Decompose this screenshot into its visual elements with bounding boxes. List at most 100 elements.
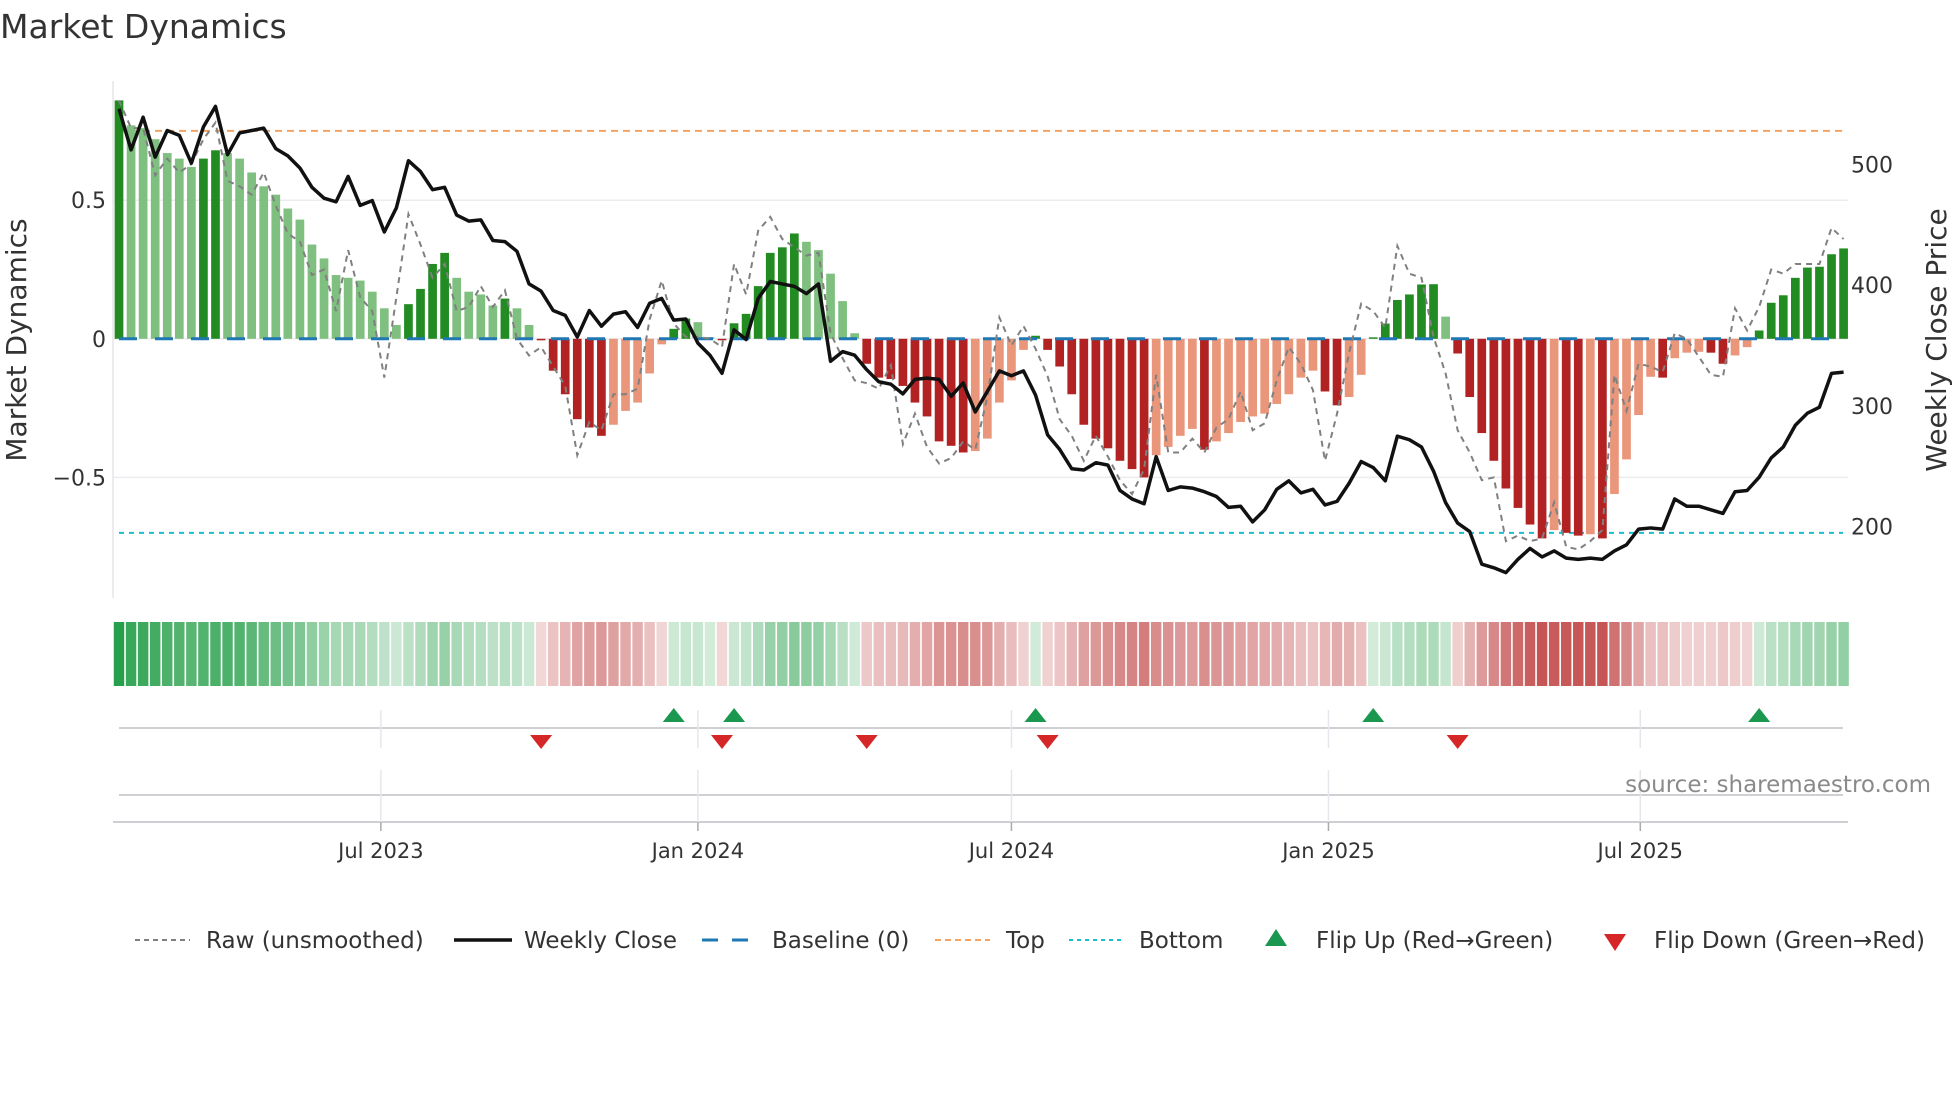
heat-cell	[1669, 622, 1680, 686]
heat-cell	[837, 622, 848, 686]
heat-cell	[282, 622, 294, 686]
left-axis-ticks: 0.5 0 −0.5	[53, 189, 106, 491]
heat-cell	[210, 622, 221, 686]
heat-cell	[1150, 622, 1162, 686]
dynamics-bar	[717, 338, 727, 341]
heat-cell	[1030, 622, 1041, 686]
heat-cell	[1307, 622, 1319, 686]
dynamics-bar	[572, 338, 582, 420]
dynamics-bar	[1260, 338, 1270, 414]
legend-baseline-label: Baseline (0)	[772, 928, 909, 954]
dynamics-bar	[1658, 338, 1668, 378]
flip-up-marker	[662, 708, 685, 722]
heat-cell	[1331, 622, 1343, 686]
heat-cell	[1295, 622, 1307, 686]
dynamics-bar	[1248, 338, 1257, 417]
dynamics-bar	[416, 288, 425, 339]
dynamics-bar	[1513, 338, 1523, 508]
heat-cell	[1512, 622, 1524, 686]
heat-cell	[258, 622, 269, 686]
dynamics-bar	[1308, 338, 1318, 371]
heat-cell	[1802, 622, 1813, 686]
dynamics-bar	[150, 139, 160, 339]
heat-cell	[1247, 622, 1258, 686]
dynamics-bar	[1561, 338, 1571, 533]
heat-cell	[1753, 622, 1765, 686]
heat-cell	[1597, 622, 1608, 686]
heat-cell	[909, 622, 921, 686]
dynamics-bar	[536, 338, 546, 341]
heat-cell	[994, 622, 1005, 686]
dynamics-bar	[1525, 338, 1535, 525]
dynamics-bar	[1163, 338, 1173, 447]
heat-cell	[1054, 622, 1065, 686]
series-lines	[117, 100, 1845, 575]
legend: Raw (unsmoothed) Weekly Close Baseline (…	[135, 928, 1925, 954]
heat-cell	[1102, 622, 1114, 686]
y-tick-label: −0.5	[53, 466, 106, 491]
dynamics-bar	[1730, 338, 1740, 356]
heat-cell	[801, 622, 812, 686]
flip-down-marker	[530, 735, 553, 749]
dynamics-bar	[1393, 299, 1402, 339]
heat-cell	[765, 622, 776, 686]
dynamics-bar	[765, 252, 775, 339]
dynamics-bar	[777, 247, 787, 339]
x-tick-label: Jul 2023	[336, 839, 423, 863]
heat-cell	[547, 622, 559, 686]
x-tick-label: Jul 2025	[1596, 839, 1683, 863]
flip-panel	[113, 727, 1848, 823]
dynamics-bar	[1356, 338, 1366, 375]
heat-cell	[137, 622, 149, 686]
legend-bottom-label: Bottom	[1139, 928, 1223, 954]
dynamics-bar	[1489, 338, 1499, 461]
heat-cell	[1380, 622, 1391, 686]
heat-cell	[970, 622, 981, 686]
heat-cell	[1729, 622, 1741, 686]
heat-cell	[1633, 622, 1644, 686]
y-tick-label: 0	[92, 328, 106, 353]
dynamics-bar	[1103, 338, 1113, 449]
flip-down-marker	[1446, 735, 1469, 749]
heat-cell	[680, 622, 692, 686]
flip-down-triangle-icon	[1604, 934, 1626, 951]
heat-cell	[1126, 622, 1138, 686]
heat-cell	[1741, 622, 1753, 686]
heat-cell	[318, 622, 330, 686]
heat-cell	[1066, 622, 1077, 686]
heat-cell	[1814, 622, 1825, 686]
dynamics-bar	[114, 100, 124, 339]
heat-cell	[945, 622, 957, 686]
heat-cell	[1162, 622, 1174, 686]
heat-cell	[584, 622, 595, 686]
dynamics-bar	[1694, 338, 1704, 352]
heat-strip	[113, 622, 1849, 686]
dynamics-bar	[934, 338, 944, 442]
dynamics-bar	[343, 277, 353, 339]
dynamics-bar	[1127, 338, 1137, 470]
heat-cell	[1042, 622, 1053, 686]
dynamics-bar	[1019, 338, 1028, 350]
heat-cell	[403, 622, 414, 686]
dynamics-bar	[621, 338, 630, 411]
chart-title: Market Dynamics	[0, 7, 287, 46]
dynamics-bar	[355, 280, 365, 339]
heat-cell	[427, 622, 438, 686]
dynamics-bar	[271, 194, 281, 339]
dynamics-bar	[1368, 337, 1378, 339]
dynamics-bar	[126, 125, 136, 339]
dynamics-bar	[1465, 338, 1475, 398]
dynamics-bar	[1067, 338, 1077, 395]
heat-cell	[487, 622, 499, 686]
heat-cell	[354, 622, 366, 686]
heat-cell	[1573, 622, 1584, 686]
dynamics-bar	[138, 128, 148, 339]
heat-cell	[716, 622, 728, 686]
dynamics-bar	[1332, 338, 1342, 406]
dynamics-bar	[1477, 338, 1487, 434]
dynamics-bar	[1573, 338, 1583, 536]
dynamics-bar	[838, 301, 847, 339]
flip-down-marker	[1036, 735, 1059, 749]
heat-cell	[222, 622, 233, 686]
heat-cell	[1138, 622, 1150, 686]
